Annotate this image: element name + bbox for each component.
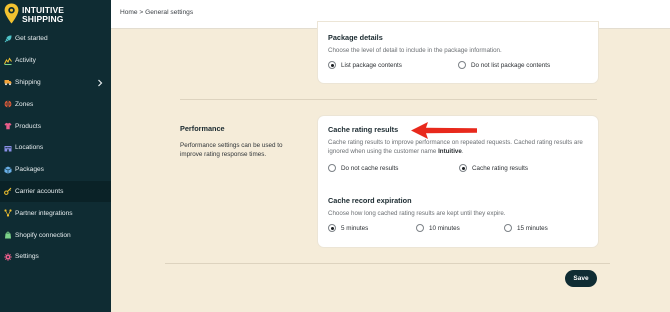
sidebar-item-shopify-connection[interactable]: Shopify connection xyxy=(0,224,111,246)
key-icon xyxy=(4,187,12,196)
footer-divider xyxy=(165,263,610,264)
breadcrumb[interactable]: Home > General settings xyxy=(120,9,193,16)
sidebar-item-label: Products xyxy=(15,122,42,130)
sidebar-item-label: Zones xyxy=(15,100,34,108)
gear-icon xyxy=(4,253,12,261)
building-icon xyxy=(4,144,12,152)
sidebar-item-label: Activity xyxy=(15,57,36,65)
radio-button-checked[interactable] xyxy=(459,164,467,172)
radio-label: Do not cache results xyxy=(341,164,399,172)
radio-label: List package contents xyxy=(341,61,402,69)
package-details-card: Package details Choose the level of deta… xyxy=(318,22,598,83)
location-pin-icon xyxy=(4,3,19,24)
customer-name: Intuitive xyxy=(438,148,462,155)
globe-icon xyxy=(4,100,12,108)
sidebar-item-label: Shopify connection xyxy=(15,231,71,239)
radio-button-checked[interactable] xyxy=(328,61,336,69)
sidebar-item-settings[interactable]: Settings xyxy=(0,246,111,268)
chevron-right-icon xyxy=(98,79,103,87)
sidebar-item-shipping[interactable]: Shipping xyxy=(0,72,111,94)
radio-button-checked[interactable] xyxy=(328,224,336,232)
radio-button[interactable] xyxy=(504,224,512,232)
radio-10-minutes[interactable]: 10 minutes xyxy=(416,224,460,232)
sidebar-item-label: Packages xyxy=(15,166,44,174)
radio-label: Cache rating results xyxy=(472,164,528,172)
cache-record-expiration-description: Choose how long cached rating results ar… xyxy=(328,210,506,217)
cache-rating-results-description: Cache rating results to improve performa… xyxy=(328,138,590,156)
radio-label: 10 minutes xyxy=(429,224,460,232)
sidebar-item-label: Get started xyxy=(15,35,48,43)
sidebar-item-label: Locations xyxy=(15,144,44,152)
sidebar-item-label: Shipping xyxy=(15,78,41,86)
radio-label: 15 minutes xyxy=(517,224,548,232)
radio-button[interactable] xyxy=(458,61,466,69)
shopify-icon xyxy=(4,231,12,239)
brand-name-line2: SHIPPING xyxy=(22,13,64,24)
radio-label: 5 minutes xyxy=(341,224,369,232)
cache-record-expiration-title: Cache record expiration xyxy=(328,196,412,205)
network-icon xyxy=(4,209,12,217)
sidebar-item-zones[interactable]: Zones xyxy=(0,93,111,115)
radio-button[interactable] xyxy=(328,164,336,172)
performance-section-description: Performance settings can be used to impr… xyxy=(180,142,283,158)
brand-logo[interactable]: INTUITIVE SHIPPING xyxy=(4,3,109,25)
sidebar-item-locations[interactable]: Locations xyxy=(0,137,111,159)
sidebar-item-packages[interactable]: Packages xyxy=(0,159,111,181)
sidebar-item-carrier-accounts[interactable]: Carrier accounts xyxy=(0,180,111,203)
sidebar-item-partner-integrations[interactable]: Partner integrations xyxy=(0,202,111,224)
activity-icon xyxy=(4,57,12,65)
rocket-icon xyxy=(4,35,12,43)
radio-cache-rating-results[interactable]: Cache rating results xyxy=(459,164,528,172)
truck-icon xyxy=(4,78,12,86)
save-button[interactable]: Save xyxy=(565,270,597,287)
sidebar-item-label: Settings xyxy=(15,253,39,261)
red-arrow-annotation-icon xyxy=(411,122,477,139)
radio-button[interactable] xyxy=(416,224,424,232)
sidebar: INTUITIVE SHIPPING Get started Activity … xyxy=(0,0,111,312)
performance-section-title: Performance xyxy=(180,124,225,133)
radio-label: Do not list package contents xyxy=(471,61,551,69)
cache-rating-results-title: Cache rating results xyxy=(328,125,399,134)
sidebar-item-activity[interactable]: Activity xyxy=(0,50,111,72)
sidebar-item-products[interactable]: Products xyxy=(0,115,111,137)
shirt-icon xyxy=(4,122,12,130)
box-icon xyxy=(4,166,12,174)
sidebar-item-label: Partner integrations xyxy=(15,209,73,217)
cache-description-end: . xyxy=(461,148,464,155)
package-details-title: Package details xyxy=(328,33,383,42)
radio-5-minutes[interactable]: 5 minutes xyxy=(328,224,368,232)
brand-name: INTUITIVE SHIPPING xyxy=(22,6,64,23)
radio-do-not-list-package-contents[interactable]: Do not list package contents xyxy=(458,61,550,69)
sidebar-nav: Get started Activity Shipping Zones Prod… xyxy=(0,28,111,268)
sidebar-item-get-started[interactable]: Get started xyxy=(0,28,111,50)
radio-do-not-cache-results[interactable]: Do not cache results xyxy=(328,164,398,172)
radio-list-package-contents[interactable]: List package contents xyxy=(328,61,402,69)
sidebar-item-label: Carrier accounts xyxy=(15,187,64,195)
package-details-description: Choose the level of detail to include in… xyxy=(328,47,502,54)
section-divider xyxy=(180,99,597,100)
radio-15-minutes[interactable]: 15 minutes xyxy=(504,224,548,232)
